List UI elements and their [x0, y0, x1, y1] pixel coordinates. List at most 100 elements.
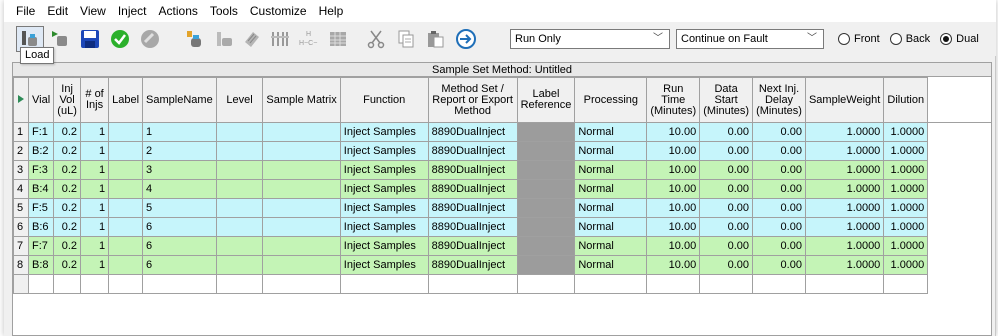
- paste-button[interactable]: [422, 26, 450, 52]
- cell-label[interactable]: [108, 255, 144, 275]
- header-sample-weight[interactable]: SampleWeight: [804, 77, 885, 123]
- cell-function[interactable]: Inject Samples: [339, 122, 429, 142]
- cell-label-reference[interactable]: [516, 160, 576, 180]
- header-level[interactable]: Level: [215, 77, 264, 123]
- cell-inj-vol[interactable]: 0.2: [53, 198, 82, 218]
- cell-level[interactable]: [215, 236, 264, 256]
- cell-num-injs[interactable]: 1: [80, 160, 110, 180]
- cell-vial[interactable]: F:3: [27, 160, 55, 180]
- radio-dual-indicator[interactable]: [940, 33, 953, 45]
- cell-sample-weight[interactable]: 1.0000: [804, 236, 885, 256]
- cell-function[interactable]: Inject Samples: [339, 236, 429, 256]
- cell-sample-weight[interactable]: 1.0000: [804, 122, 885, 142]
- menu-edit[interactable]: Edit: [41, 0, 74, 22]
- cell-num-injs[interactable]: 1: [80, 141, 110, 161]
- cell-run-time[interactable]: 10.00: [646, 198, 701, 218]
- cell-data-start[interactable]: 0.00: [699, 217, 754, 237]
- cell-sample-matrix[interactable]: [262, 179, 341, 199]
- table-row[interactable]: 2 B:2 0.2 1 2 Inject Samples 8890DualInject Nor…: [13, 141, 991, 161]
- cell-dilution[interactable]: 1.0000: [883, 141, 929, 161]
- cell-num-injs[interactable]: 1: [80, 198, 110, 218]
- header-next-inj-delay[interactable]: Next Inj. Delay (Minutes): [752, 77, 806, 123]
- cell-method-set[interactable]: 8890DualInject: [427, 236, 518, 256]
- cell-num-injs[interactable]: 1: [80, 179, 110, 199]
- cell-dilution[interactable]: 1.0000: [883, 198, 929, 218]
- empty-cell[interactable]: [752, 274, 806, 294]
- cell-label[interactable]: [108, 236, 144, 256]
- cell-run-time[interactable]: 10.00: [646, 217, 701, 237]
- cell-sample-name[interactable]: 4: [142, 179, 217, 199]
- cell-inj-vol[interactable]: 0.2: [53, 217, 82, 237]
- table-row[interactable]: 5 F:5 0.2 1 5 Inject Samples 8890DualInject Nor…: [13, 198, 991, 218]
- cell-label-reference[interactable]: [516, 255, 576, 275]
- table-row-empty[interactable]: [13, 274, 991, 294]
- cell-dilution[interactable]: 1.0000: [883, 179, 929, 199]
- cell-sample-name[interactable]: 1: [142, 122, 217, 142]
- cell-function[interactable]: Inject Samples: [339, 141, 429, 161]
- cell-sample-name[interactable]: 6: [142, 236, 217, 256]
- cell-function[interactable]: Inject Samples: [339, 198, 429, 218]
- cell-function[interactable]: Inject Samples: [339, 160, 429, 180]
- cell-sample-name[interactable]: 3: [142, 160, 217, 180]
- empty-cell[interactable]: [108, 274, 144, 294]
- cell-function[interactable]: Inject Samples: [339, 179, 429, 199]
- cell-num-injs[interactable]: 1: [80, 236, 110, 256]
- table-row[interactable]: 6 B:6 0.2 1 6 Inject Samples 8890DualInject Nor…: [13, 217, 991, 237]
- empty-cell[interactable]: [699, 274, 754, 294]
- empty-cell[interactable]: [339, 274, 429, 294]
- cell-level[interactable]: [215, 122, 264, 142]
- header-sample-name[interactable]: SampleName: [142, 77, 217, 123]
- cell-method-set[interactable]: 8890DualInject: [427, 160, 518, 180]
- table-row[interactable]: 4 B:4 0.2 1 4 Inject Samples 8890DualInject Nor…: [13, 179, 991, 199]
- empty-cell[interactable]: [142, 274, 217, 294]
- cell-sample-name[interactable]: 6: [142, 255, 217, 275]
- empty-cell[interactable]: [215, 274, 264, 294]
- cell-sample-matrix[interactable]: [262, 160, 341, 180]
- cell-run-time[interactable]: 10.00: [646, 122, 701, 142]
- cell-num-injs[interactable]: 1: [80, 255, 110, 275]
- header-label[interactable]: Label: [108, 77, 144, 123]
- cell-data-start[interactable]: 0.00: [699, 160, 754, 180]
- menu-inject[interactable]: Inject: [112, 0, 153, 22]
- cell-next-inj-delay[interactable]: 0.00: [752, 236, 806, 256]
- cell-next-inj-delay[interactable]: 0.00: [752, 141, 806, 161]
- cell-method-set[interactable]: 8890DualInject: [427, 198, 518, 218]
- empty-cell[interactable]: [53, 274, 82, 294]
- radio-back-indicator[interactable]: [889, 33, 902, 45]
- cell-label[interactable]: [108, 179, 144, 199]
- cell-next-inj-delay[interactable]: 0.00: [752, 122, 806, 142]
- cell-vial[interactable]: B:8: [27, 255, 55, 275]
- cell-level[interactable]: [215, 179, 264, 199]
- header-inj-vol[interactable]: Inj Vol (uL): [53, 77, 82, 123]
- cell-vial[interactable]: B:4: [27, 179, 55, 199]
- cell-sample-weight[interactable]: 1.0000: [804, 198, 885, 218]
- row-number[interactable]: 8: [13, 255, 29, 275]
- empty-cell[interactable]: [804, 274, 885, 294]
- cell-sample-weight[interactable]: 1.0000: [804, 160, 885, 180]
- cell-label-reference[interactable]: [516, 122, 576, 142]
- cell-label-reference[interactable]: [516, 217, 576, 237]
- row-number[interactable]: 5: [13, 198, 29, 218]
- start-button[interactable]: [106, 26, 134, 52]
- table-row[interactable]: 8 B:8 0.2 1 6 Inject Samples 8890DualInject Nor…: [13, 255, 991, 275]
- cell-data-start[interactable]: 0.00: [699, 255, 754, 275]
- cell-dilution[interactable]: 1.0000: [883, 236, 929, 256]
- cell-data-start[interactable]: 0.00: [699, 179, 754, 199]
- vial-button[interactable]: [180, 26, 208, 52]
- cell-function[interactable]: Inject Samples: [339, 255, 429, 275]
- cell-inj-vol[interactable]: 0.2: [53, 236, 82, 256]
- empty-cell[interactable]: [646, 274, 701, 294]
- menu-file[interactable]: File: [10, 0, 41, 22]
- cell-sample-matrix[interactable]: [262, 141, 341, 161]
- cell-processing[interactable]: Normal: [574, 236, 648, 256]
- header-method-set[interactable]: Method Set / Report or Export Method: [427, 77, 518, 123]
- cell-processing[interactable]: Normal: [574, 198, 648, 218]
- cell-inj-vol[interactable]: 0.2: [53, 179, 82, 199]
- empty-cell[interactable]: [574, 274, 648, 294]
- copy-button[interactable]: [392, 26, 420, 52]
- cell-dilution[interactable]: 1.0000: [883, 160, 929, 180]
- cell-processing[interactable]: Normal: [574, 122, 648, 142]
- row-number[interactable]: 6: [13, 217, 29, 237]
- row-number[interactable]: 2: [13, 141, 29, 161]
- cell-label[interactable]: [108, 141, 144, 161]
